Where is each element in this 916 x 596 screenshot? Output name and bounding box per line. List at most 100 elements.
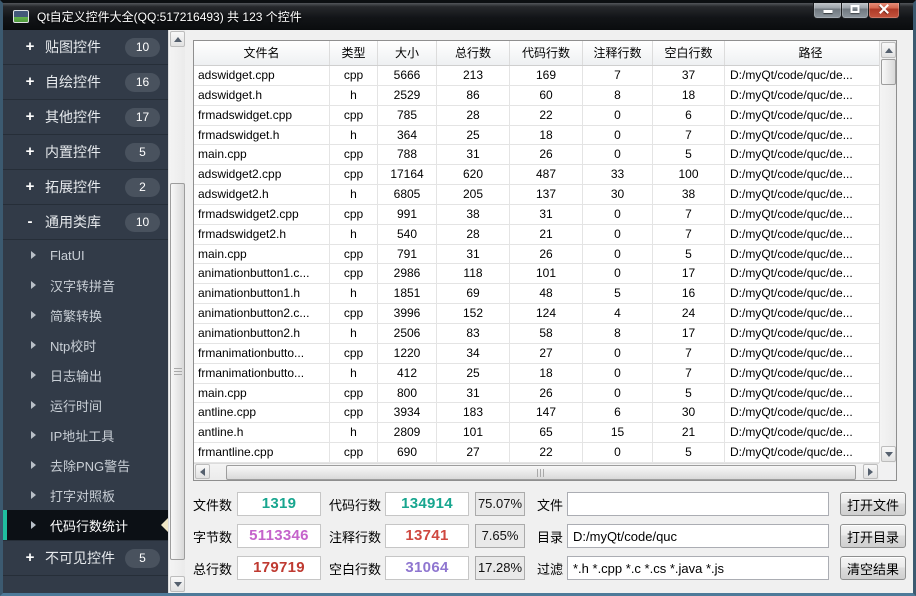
scroll-up-button[interactable] [881,42,896,58]
column-header[interactable]: 代码行数 [510,41,583,65]
table-row[interactable]: antline.hh2809101651521D:/myQt/code/quc/… [194,423,879,443]
app-window: Qt自定义控件大全(QQ:517216493) 共 123 个控件 +贴图控件1… [0,0,916,596]
maximize-button[interactable] [841,0,869,19]
collapse-icon: - [23,215,37,229]
column-header[interactable]: 总行数 [437,41,510,65]
sidebar-item[interactable]: 去除PNG警告 [3,450,168,480]
sidebar-group[interactable]: +贴图控件10 [3,30,168,65]
table-vertical-scrollbar[interactable] [879,41,896,463]
scroll-down-button[interactable] [881,446,896,462]
table-row[interactable]: frmadswidget.hh364251807D:/myQt/code/quc… [194,126,879,146]
sidebar-group[interactable]: +拓展控件2 [3,170,168,205]
table-cell: 28 [437,106,510,126]
table-row[interactable]: main.cppcpp788312605D:/myQt/code/quc/de.… [194,145,879,165]
directory-input[interactable] [567,524,829,548]
column-header[interactable]: 文件名 [194,41,330,65]
table-cell: animationbutton1.c... [194,264,330,284]
table-row[interactable]: adswidget.hh25298660818D:/myQt/code/quc/… [194,86,879,106]
close-button[interactable] [868,0,900,19]
column-header[interactable]: 大小 [378,41,437,65]
table-cell: cpp [330,245,378,265]
sidebar-scrollbar[interactable] [168,30,185,593]
sidebar-item[interactable]: 运行时间 [3,390,168,420]
stat-label: 字节数 [193,527,237,546]
table-row[interactable]: frmadswidget2.hh540282107D:/myQt/code/qu… [194,225,879,245]
sidebar-group[interactable]: +不可见控件5 [3,541,168,576]
sidebar-group[interactable]: +其他控件17 [3,100,168,135]
open-directory-button[interactable]: 打开目录 [840,524,906,548]
table-cell: animationbutton1.h [194,284,330,304]
table-cell: D:/myQt/code/quc/de... [725,106,879,126]
minimize-icon [823,10,832,13]
file-input[interactable] [567,492,829,516]
table-row[interactable]: antline.cppcpp3934183147630D:/myQt/code/… [194,403,879,423]
table-row[interactable]: frmanimationbutto...h412251807D:/myQt/co… [194,364,879,384]
column-header[interactable]: 空白行数 [653,41,725,65]
table-cell: D:/myQt/code/quc/de... [725,165,879,185]
scroll-right-button[interactable] [863,464,878,479]
table-row[interactable]: animationbutton1.c...cpp2986118101017D:/… [194,264,879,284]
column-header[interactable]: 路径 [725,41,896,65]
sidebar-group[interactable]: +自绘控件16 [3,65,168,100]
sidebar-group-label: 内置控件 [45,142,125,162]
title-bar[interactable]: Qt自定义控件大全(QQ:517216493) 共 123 个控件 [3,3,913,30]
table-cell: 58 [510,324,583,344]
scrollbar-thumb[interactable] [226,465,856,480]
table-row[interactable]: adswidget2.cppcpp1716462048733100D:/myQt… [194,165,879,185]
stat-value: 134914 [385,492,469,516]
sidebar-item-label: 打字对照板 [50,486,115,505]
table-row[interactable]: frmadswidget.cppcpp785282206D:/myQt/code… [194,106,879,126]
table-cell: adswidget2.cpp [194,165,330,185]
sidebar-item[interactable]: 代码行数统计 [3,510,168,540]
up-arrow-icon [174,37,182,42]
sidebar-item[interactable]: 打字对照板 [3,480,168,510]
table-cell: D:/myQt/code/quc/de... [725,403,879,423]
table-cell: D:/myQt/code/quc/de... [725,423,879,443]
minimize-button[interactable] [813,0,842,19]
sidebar-item[interactable]: Ntp校时 [3,330,168,360]
column-header[interactable]: 类型 [330,41,378,65]
scroll-down-button[interactable] [170,576,185,592]
sidebar-item[interactable]: IP地址工具 [3,420,168,450]
scrollbar-thumb[interactable] [881,59,896,85]
table-row[interactable]: frmadswidget2.cppcpp991383107D:/myQt/cod… [194,205,879,225]
sidebar-group[interactable]: +内置控件5 [3,135,168,170]
table-body: adswidget.cppcpp5666213169737D:/myQt/cod… [194,66,879,463]
filter-input[interactable] [567,556,829,580]
table-row[interactable]: adswidget2.hh68052051373038D:/myQt/code/… [194,185,879,205]
table-row[interactable]: animationbutton2.c...cpp3996152124424D:/… [194,304,879,324]
table-row[interactable]: main.cppcpp800312605D:/myQt/code/quc/de.… [194,384,879,404]
sidebar-group[interactable]: -通用类库10 [3,205,168,240]
open-file-button[interactable]: 打开文件 [840,492,906,516]
table-row[interactable]: frmanimationbutto...cpp1220342707D:/myQt… [194,344,879,364]
column-header[interactable]: 注释行数 [583,41,653,65]
table-cell: 169 [510,66,583,86]
table-cell: 38 [653,185,725,205]
count-badge: 10 [125,213,160,232]
table-cell: 25 [437,126,510,146]
table-row[interactable]: adswidget.cppcpp5666213169737D:/myQt/cod… [194,66,879,86]
table-cell: 24 [653,304,725,324]
scroll-left-button[interactable] [195,464,210,479]
table-row[interactable]: animationbutton2.hh25068358817D:/myQt/co… [194,324,879,344]
table-cell: 31 [437,245,510,265]
clear-results-button[interactable]: 清空结果 [840,556,906,580]
scrollbar-thumb[interactable] [170,183,185,560]
table-horizontal-scrollbar[interactable] [194,463,879,480]
table-cell: D:/myQt/code/quc/de... [725,264,879,284]
sidebar-group-label: 通用类库 [45,212,125,232]
sidebar-item[interactable]: 日志输出 [3,360,168,390]
table-row[interactable]: animationbutton1.hh18516948516D:/myQt/co… [194,284,879,304]
stat-row: 字节数5113346注释行数137417.65%目录打开目录 [193,524,909,548]
table-cell: 8 [583,86,653,106]
table-row[interactable]: main.cppcpp791312605D:/myQt/code/quc/de.… [194,245,879,265]
table-cell: 7 [653,205,725,225]
sidebar-item[interactable]: 简繁转换 [3,300,168,330]
sidebar-item[interactable]: 汉字转拼音 [3,270,168,300]
table-row[interactable]: frmantline.cppcpp690272205D:/myQt/code/q… [194,443,879,463]
stats-panel: 文件数1319代码行数13491475.07%文件打开文件字节数5113346注… [193,492,909,588]
sidebar-item[interactable]: FlatUI [3,240,168,270]
table-cell: 38 [437,205,510,225]
scroll-up-button[interactable] [170,31,185,47]
table-cell: 17 [653,324,725,344]
